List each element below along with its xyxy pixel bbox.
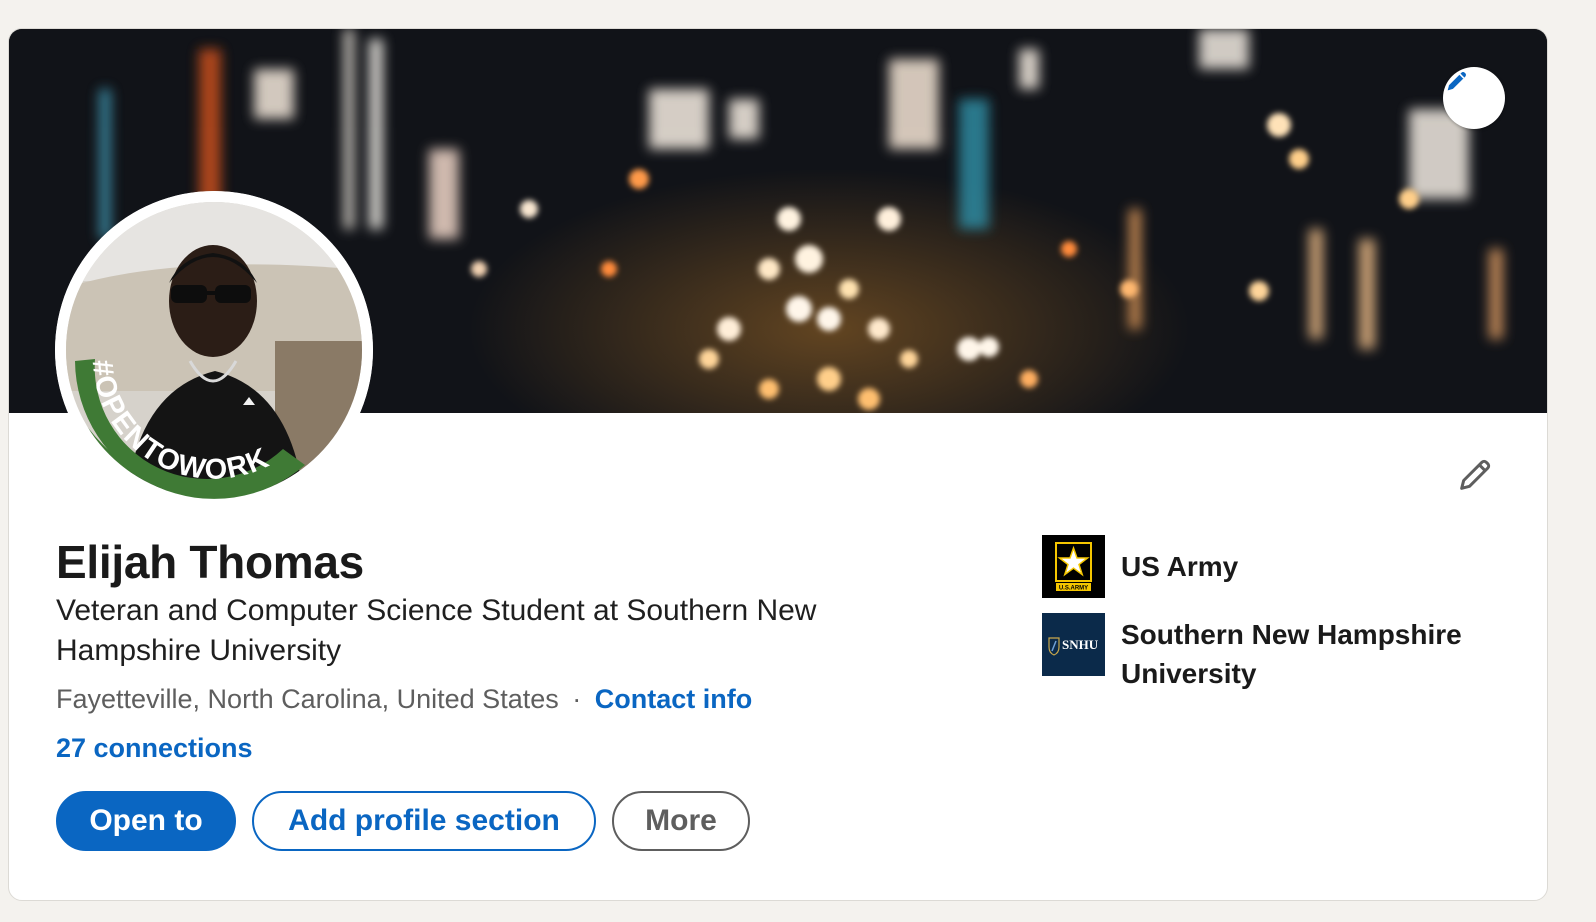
profile-card: #OPENTOWORK Elijah Thomas Veteran and Co… [8,28,1548,901]
edit-banner-button[interactable] [1443,67,1505,129]
army-logo-text: U.S.ARMY [1059,586,1088,592]
pencil-icon [1447,72,1466,91]
org-name-snhu: Southern New Hampshire University [1121,619,1462,689]
open-to-button[interactable]: Open to [56,791,236,851]
profile-location: Fayetteville, North Carolina, United Sta… [56,684,559,714]
org-item-snhu[interactable]: SNHU Southern New Hampshire University [1042,613,1501,693]
separator-dot: · [572,684,582,714]
profile-photo[interactable]: #OPENTOWORK [55,191,373,509]
org-item-us-army[interactable]: U.S.ARMY US Army [1042,535,1501,598]
profile-headline: Veteran and Computer Science Student at … [56,594,817,667]
army-star-logo: U.S.ARMY [1042,535,1105,598]
location-line: Fayetteville, North Carolina, United Sta… [56,684,752,715]
contact-info-link[interactable]: Contact info [595,684,752,714]
org-name-us-army: US Army [1121,551,1239,582]
snhu-logo: SNHU [1042,613,1105,676]
pencil-outline-icon [1460,459,1491,490]
more-button[interactable]: More [612,791,750,851]
edit-intro-button[interactable] [1449,449,1501,501]
connections-link[interactable]: 27 connections [56,733,253,764]
add-profile-section-button[interactable]: Add profile section [252,791,596,851]
snhu-logo-text: SNHU [1062,637,1099,652]
profile-photo-image: #OPENTOWORK [55,191,373,509]
profile-name: Elijah Thomas [56,536,364,588]
